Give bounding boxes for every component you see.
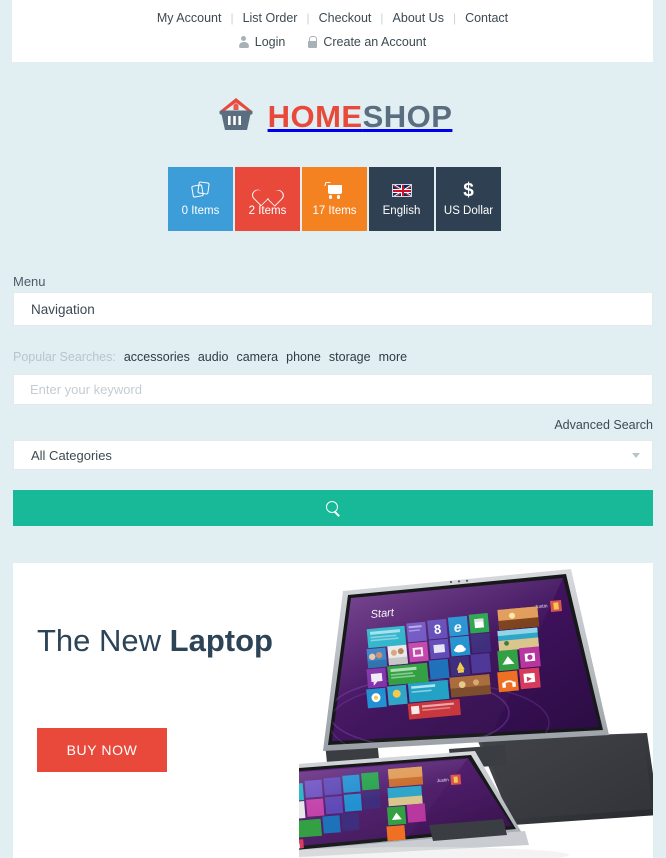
dollar-icon: $	[463, 179, 474, 201]
top-utility-bar: My Account | List Order | Checkout | Abo…	[12, 0, 653, 62]
cart-icon	[324, 180, 344, 200]
page-root: My Account | List Order | Checkout | Abo…	[0, 0, 666, 858]
lock-icon	[307, 36, 318, 48]
tile-currency[interactable]: $ US Dollar	[436, 167, 501, 231]
category-select-value: All Categories	[31, 447, 112, 463]
popular-search-phone[interactable]: phone	[286, 350, 321, 364]
login-link[interactable]: Login	[238, 35, 286, 49]
hero-banner: The New Laptop BUY NOW	[13, 563, 653, 858]
chevron-down-icon	[632, 452, 640, 458]
category-select[interactable]: All Categories	[13, 440, 653, 470]
search-input-wrapper[interactable]	[13, 374, 653, 405]
popular-search-accessories[interactable]: accessories	[124, 350, 190, 364]
search-icon	[325, 500, 341, 516]
uk-flag-icon	[391, 180, 412, 200]
top-link-about-us[interactable]: About Us	[384, 11, 453, 25]
tile-compare-label: 0 Items	[181, 205, 220, 218]
advanced-search-link[interactable]: Advanced Search	[554, 418, 653, 432]
menu-label: Menu	[13, 274, 46, 289]
top-link-my-account[interactable]: My Account	[148, 11, 231, 25]
tile-compare[interactable]: 0 Items	[168, 167, 233, 231]
popular-searches-label: Popular Searches:	[13, 350, 116, 364]
create-account-label: Create an Account	[323, 35, 427, 49]
tile-language-label: English	[382, 205, 421, 218]
heart-icon	[258, 180, 277, 200]
compare-icon	[190, 180, 210, 200]
search-submit-button[interactable]	[13, 490, 653, 526]
navigation-dropdown-label: Navigation	[31, 301, 95, 317]
top-link-list-order[interactable]: List Order	[234, 11, 307, 25]
logo-text-home: HOME	[267, 98, 363, 134]
hero-product-image: Start Justin	[229, 563, 653, 858]
popular-search-more[interactable]: more	[379, 350, 407, 364]
login-label: Login	[254, 35, 286, 49]
tile-cart[interactable]: 17 Items	[302, 167, 367, 231]
logo-text-shop: SHOP	[362, 98, 453, 134]
home-basket-icon	[214, 94, 258, 138]
create-account-link[interactable]: Create an Account	[307, 35, 426, 49]
top-link-checkout[interactable]: Checkout	[310, 11, 381, 25]
search-input[interactable]	[14, 375, 652, 404]
tile-currency-label: US Dollar	[443, 205, 494, 218]
tile-wishlist-label: 2 Items	[248, 205, 287, 218]
top-nav-links: My Account | List Order | Checkout | Abo…	[12, 0, 653, 30]
tile-wishlist[interactable]: 2 Items	[235, 167, 300, 231]
hero-title-bold: Laptop	[169, 623, 273, 658]
top-link-contact[interactable]: Contact	[456, 11, 517, 25]
status-tiles: 0 Items 2 Items 17 Items English $ US Do…	[168, 167, 501, 231]
account-actions: Login Create an Account	[12, 30, 653, 54]
logo-wordmark: HOMESHOP	[268, 101, 453, 132]
tile-cart-label: 17 Items	[312, 205, 357, 218]
site-logo[interactable]: HOMESHOP	[0, 94, 666, 138]
buy-now-button[interactable]: BUY NOW	[37, 728, 167, 772]
popular-search-camera[interactable]: camera	[236, 350, 278, 364]
person-icon	[238, 36, 249, 48]
popular-search-storage[interactable]: storage	[329, 350, 371, 364]
popular-search-audio[interactable]: audio	[198, 350, 229, 364]
popular-searches: Popular Searches: accessories audio camera p…	[13, 350, 407, 364]
tile-language[interactable]: English	[369, 167, 434, 231]
navigation-dropdown[interactable]: Navigation	[13, 292, 653, 326]
hero-title: The New Laptop	[37, 623, 273, 659]
hero-title-light: The New	[37, 623, 170, 658]
